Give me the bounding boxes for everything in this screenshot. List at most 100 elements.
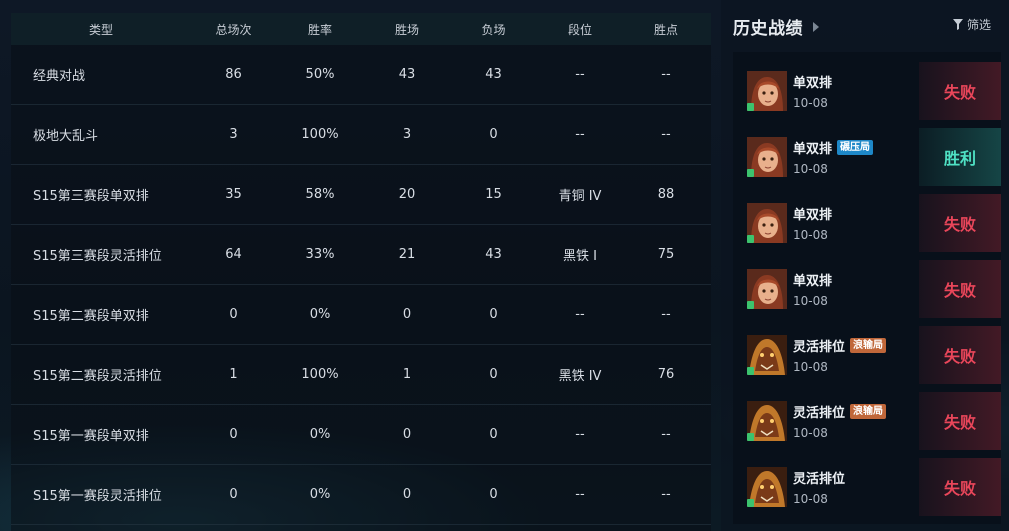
row-losses: 0	[489, 127, 498, 142]
match-date: 10-08	[793, 360, 828, 374]
row-win-rate: 0%	[309, 307, 331, 322]
header-rank: 段位	[567, 22, 592, 37]
match-mode-label: 单双排	[793, 142, 833, 157]
match-tag-badge: 碾压局	[837, 140, 874, 155]
match-date: 10-08	[793, 426, 828, 440]
row-type: S15第二赛段灵活排位	[33, 369, 162, 384]
header-wins: 胜场	[394, 22, 419, 37]
row-type: 极地大乱斗	[33, 129, 99, 144]
filter-button[interactable]: 筛选	[952, 16, 991, 33]
champion-avatar	[747, 71, 787, 111]
table-row: S15第三赛段单双排 35 58% 20 15 青铜 IV 88	[11, 165, 711, 225]
level-badge-icon	[747, 169, 754, 177]
row-wins: 1	[402, 367, 412, 382]
row-losses: 15	[485, 187, 502, 202]
filter-label: 筛选	[966, 18, 991, 32]
champion-avatar	[747, 137, 787, 177]
match-mode-label: 单双排	[793, 76, 833, 91]
level-badge-icon	[747, 235, 754, 243]
match-mode-label: 单双排	[793, 208, 833, 223]
match-result: 失败	[919, 392, 1001, 450]
row-win-rate: 100%	[301, 127, 339, 142]
match-card[interactable]: 单双排 碾压局 10-08 胜利	[733, 128, 1001, 186]
row-total-games: 0	[229, 307, 238, 322]
match-mode-label: 灵活排位	[793, 340, 846, 355]
header-type: 类型	[88, 22, 113, 37]
table-header: 类型 总场次 胜率 胜场 负场 段位 胜点	[11, 13, 711, 45]
row-type: S15第一赛段灵活排位	[33, 489, 162, 504]
match-history-panel: 历史战绩 筛选 单双排 10-08 失败 单双排 碾压局 10-08 胜利 单双排 10-08 失…	[721, 0, 1009, 531]
row-type: S15第一赛段单双排	[33, 429, 149, 444]
row-rank: 黑铁 Ⅰ	[563, 249, 597, 264]
row-total-games: 35	[225, 187, 242, 202]
row-losses: 0	[489, 427, 498, 442]
table-row: S15第二赛段单双排 0 0% 0 0 -- --	[11, 285, 711, 345]
row-rank: 黑铁 IV	[558, 369, 602, 384]
table-row: S15第三赛段灵活排位 64 33% 21 43 黑铁 Ⅰ 75	[11, 225, 711, 285]
match-card[interactable]: 灵活排位 浪输局 10-08 失败	[733, 326, 1001, 384]
match-tag-badge: 浪输局	[850, 404, 887, 419]
row-rank: --	[575, 127, 585, 142]
row-wins: 21	[398, 247, 416, 262]
match-mode: 单双排	[793, 270, 832, 289]
row-wins: 3	[402, 127, 412, 142]
row-rank: 青铜 IV	[558, 189, 602, 204]
row-type: 经典对战	[33, 69, 86, 84]
match-info: 单双排 10-08	[793, 204, 832, 242]
row-rank: --	[575, 307, 585, 322]
chevron-right-icon	[813, 21, 819, 32]
match-date: 10-08	[793, 162, 828, 176]
match-card[interactable]: 单双排 10-08 失败	[733, 62, 1001, 120]
ranked-stats-table: 类型 总场次 胜率 胜场 负场 段位 胜点 经典对战 86 50% 43 43 -- -- 极…	[11, 13, 711, 531]
row-wins: 43	[398, 67, 416, 82]
header-losses: 负场	[481, 22, 506, 37]
row-win-rate: 58%	[305, 187, 335, 202]
match-mode: 灵活排位	[793, 468, 845, 487]
match-card[interactable]: 灵活排位 浪输局 10-08 失败	[733, 392, 1001, 450]
row-type: S15第三赛段单双排	[33, 189, 149, 204]
match-card[interactable]: 单双排 10-08 失败	[733, 260, 1001, 318]
history-header[interactable]: 历史战绩	[733, 14, 819, 39]
level-badge-icon	[747, 499, 754, 507]
row-total-games: 0	[229, 427, 238, 442]
row-wins: 20	[398, 187, 416, 202]
level-badge-icon	[747, 433, 754, 441]
row-win-rate: 100%	[301, 367, 339, 382]
row-wins: 0	[402, 487, 412, 502]
match-date: 10-08	[793, 294, 828, 308]
row-losses: 0	[489, 487, 498, 502]
champion-avatar	[747, 467, 787, 507]
match-list: 单双排 10-08 失败 单双排 碾压局 10-08 胜利 单双排 10-08 失败 单双排 10-0…	[733, 52, 1001, 524]
match-card[interactable]: 单双排 10-08 失败	[733, 194, 1001, 252]
header-lp: 胜点	[653, 22, 678, 37]
row-lp: --	[661, 307, 671, 322]
level-badge-icon	[747, 103, 754, 111]
match-date: 10-08	[793, 96, 828, 110]
match-card[interactable]: 灵活排位 10-08 失败	[733, 458, 1001, 516]
row-total-games: 3	[229, 127, 238, 142]
champion-avatar	[747, 401, 787, 441]
row-total-games: 0	[229, 487, 238, 502]
match-date: 10-08	[793, 492, 828, 506]
table-row: S15第一赛段单双排 0 0% 0 0 -- --	[11, 405, 711, 465]
header-win-rate: 胜率	[307, 22, 332, 37]
header-total-games: 总场次	[215, 22, 252, 37]
match-mode: 单双排 碾压局	[793, 138, 874, 157]
row-losses: 43	[485, 67, 502, 82]
table-row: S15第二赛段灵活排位 1 100% 1 0 黑铁 IV 76	[11, 345, 711, 405]
match-result: 失败	[919, 260, 1001, 318]
match-info: 灵活排位 浪输局 10-08	[793, 336, 887, 374]
match-result: 失败	[919, 194, 1001, 252]
match-result: 失败	[919, 326, 1001, 384]
match-mode: 灵活排位 浪输局	[793, 336, 887, 355]
row-lp: --	[661, 127, 671, 142]
match-mode: 单双排	[793, 204, 832, 223]
row-win-rate: 0%	[309, 427, 331, 442]
level-badge-icon	[747, 301, 754, 309]
match-info: 灵活排位 10-08	[793, 468, 845, 506]
row-rank: --	[575, 67, 585, 82]
row-lp: --	[661, 487, 671, 502]
match-info: 单双排 10-08	[793, 270, 832, 308]
match-result: 胜利	[919, 128, 1001, 186]
row-total-games: 1	[229, 367, 238, 382]
